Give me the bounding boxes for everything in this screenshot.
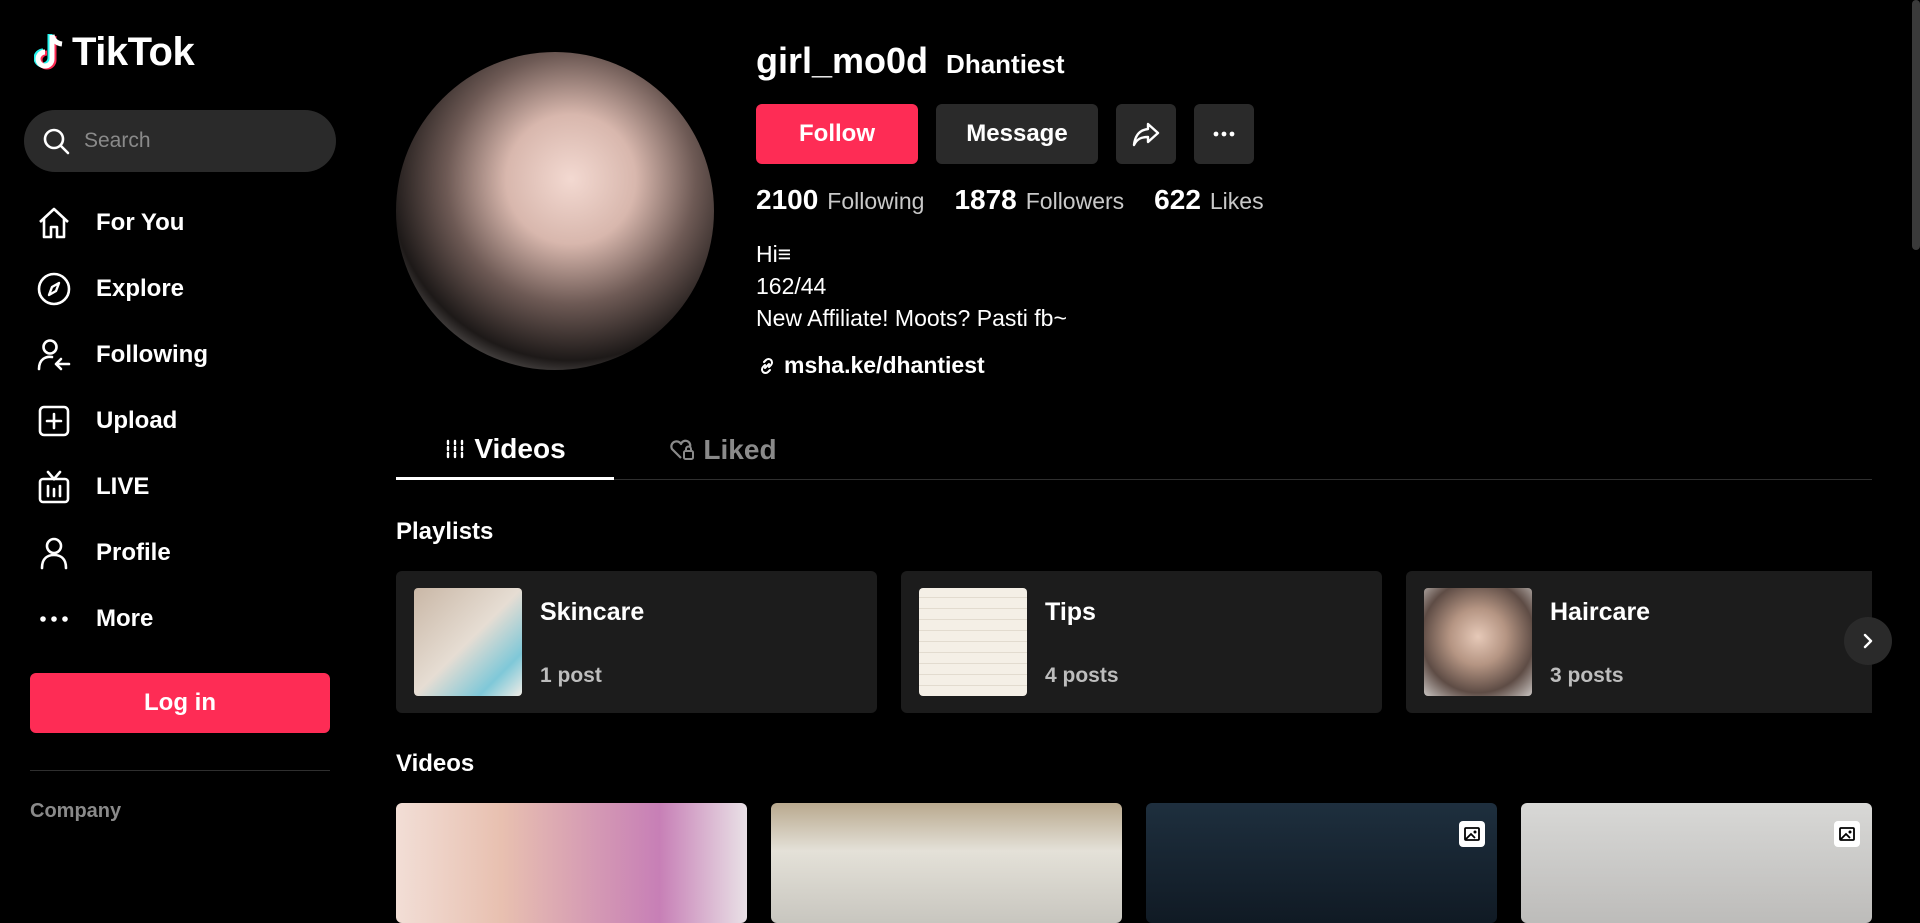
sidebar-item-profile[interactable]: Profile [34,520,334,586]
playlist-info: Haircare 3 posts [1550,588,1650,696]
photo-icon [1459,821,1485,847]
heart-lock-icon [669,439,695,461]
search-icon [43,128,70,155]
stat-followers[interactable]: 1878 Followers [954,184,1124,216]
playlist-count: 1 post [540,664,602,687]
profile-tabs: Videos Liked [396,420,1872,480]
sidebar-item-label: More [96,605,154,632]
playlist-info: Skincare 1 post [540,588,644,696]
playlist-name: Skincare [540,598,645,626]
avatar[interactable] [396,52,714,370]
playlist-info: Tips 4 posts [1045,588,1119,696]
stat-label: Following [827,188,925,214]
login-button[interactable]: Log in [30,673,330,733]
video-card[interactable] [1146,803,1497,923]
playlist-thumbnail [414,588,522,696]
sidebar-item-label: Following [96,341,208,368]
more-icon [34,599,74,639]
stat-value: 1878 [954,184,1017,215]
stat-label: Likes [1209,188,1264,214]
home-icon [34,203,74,243]
playlists-row: Skincare 1 post Tips 4 posts Haircare 3 … [396,571,1872,713]
ellipsis-icon [1213,131,1235,137]
tab-label: Videos [474,432,566,464]
stat-value: 622 [1154,184,1201,215]
search-bar[interactable] [24,110,336,172]
stat-label: Followers [1025,188,1125,214]
chevron-right-icon [1863,633,1873,649]
logo-text: TikTok [72,30,195,74]
photo-icon [1834,821,1860,847]
upload-icon [34,401,74,441]
tab-label: Liked [703,434,777,465]
sidebar-item-explore[interactable]: Explore [34,256,334,322]
message-button[interactable]: Message [936,104,1098,164]
sidebar-nav: For You Explore Following Upload LIVE Pr… [34,190,334,652]
video-card[interactable] [771,803,1122,923]
bio-line: Hi≡ [756,241,792,267]
profile-link[interactable]: msha.ke/dhantiest [756,352,1294,379]
sidebar-item-following[interactable]: Following [34,322,334,388]
profile-username: girl_mo0d [756,40,929,81]
playlist-card-haircare[interactable]: Haircare 3 posts [1406,571,1872,713]
stat-likes: 622 Likes [1154,184,1263,216]
sidebar-divider [30,770,330,771]
company-link[interactable]: Company [30,800,121,823]
playlist-card-skincare[interactable]: Skincare 1 post [396,571,877,713]
grid-icon [444,438,466,460]
playlist-thumbnail [1424,588,1532,696]
share-icon [1132,122,1160,147]
playlist-count: 4 posts [1045,664,1119,687]
sidebar-item-upload[interactable]: Upload [34,388,334,454]
live-icon [34,467,74,507]
compass-icon [34,269,74,309]
more-options-button[interactable] [1194,104,1254,164]
sidebar: TikTok For You Explore Following [0,0,360,844]
tab-liked[interactable]: Liked [614,420,832,480]
tiktok-logo[interactable]: TikTok [34,30,195,75]
profile-bio: Hi≡ 162/44 New Affiliate! Moots? Pasti f… [756,238,1294,334]
follow-button[interactable]: Follow [756,104,918,164]
sidebar-item-more[interactable]: More [34,586,334,652]
tab-videos[interactable]: Videos [396,420,614,480]
profile-stats: 2100 Following 1878 Followers 622 Likes [756,184,1294,216]
sidebar-item-live[interactable]: LIVE [34,454,334,520]
video-card[interactable] [1521,803,1872,923]
playlist-count: 3 posts [1550,664,1624,687]
name-row: girl_mo0d Dhantiest [756,40,1294,82]
bio-line: New Affiliate! Moots? Pasti fb~ [756,305,1067,331]
playlist-card-tips[interactable]: Tips 4 posts [901,571,1382,713]
profile-header: girl_mo0d Dhantiest Follow Message 2100 … [756,40,1294,379]
playlist-thumbnail [919,588,1027,696]
playlists-next-button[interactable] [1844,617,1892,665]
search-input[interactable] [82,128,312,154]
playlists-title: Playlists [396,518,494,545]
profile-nickname: Dhantiest [946,49,1065,79]
sidebar-item-for-you[interactable]: For You [34,190,334,256]
share-button[interactable] [1116,104,1176,164]
link-icon [760,357,774,374]
bio-line: 162/44 [756,273,827,299]
sidebar-item-label: Upload [96,407,178,434]
stat-value: 2100 [756,184,819,215]
sidebar-item-label: For You [96,209,185,236]
playlist-name: Tips [1045,598,1096,626]
profile-actions: Follow Message [756,104,1294,164]
video-card[interactable] [396,803,747,923]
playlist-name: Haircare [1550,598,1651,626]
tiktok-logo-icon [34,33,63,69]
profile-main: girl_mo0d Dhantiest Follow Message 2100 … [396,0,1892,923]
videos-title: Videos [396,750,475,777]
profile-icon [34,533,74,573]
page-scrollbar[interactable] [1912,0,1920,250]
sidebar-item-label: LIVE [96,473,150,500]
following-icon [34,335,74,375]
stat-following[interactable]: 2100 Following [756,184,924,216]
videos-grid [396,803,1872,923]
sidebar-item-label: Explore [96,275,185,302]
profile-link-text[interactable]: msha.ke/dhantiest [784,352,985,379]
sidebar-item-label: Profile [96,539,171,566]
